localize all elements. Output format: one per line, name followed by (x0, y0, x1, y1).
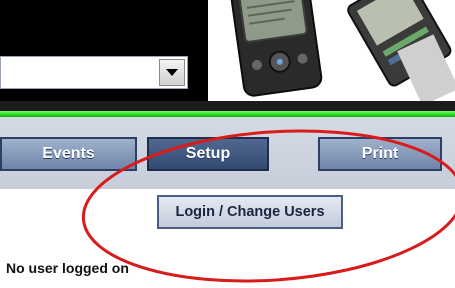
user-select-dropdown[interactable] (0, 56, 188, 89)
header-divider (0, 101, 455, 111)
tab-print[interactable]: Print (318, 137, 442, 171)
login-status-text: No user logged on (6, 260, 129, 276)
main-nav-bar: Events Setup Print (0, 117, 455, 189)
tab-setup[interactable]: Setup (147, 137, 269, 171)
handheld-device-icon (208, 0, 455, 101)
chevron-down-icon[interactable] (159, 59, 185, 86)
login-change-users-button[interactable]: Login / Change Users (157, 195, 343, 229)
header-left-panel (0, 0, 205, 101)
header-banner (0, 0, 455, 101)
tab-events[interactable]: Events (0, 137, 137, 171)
